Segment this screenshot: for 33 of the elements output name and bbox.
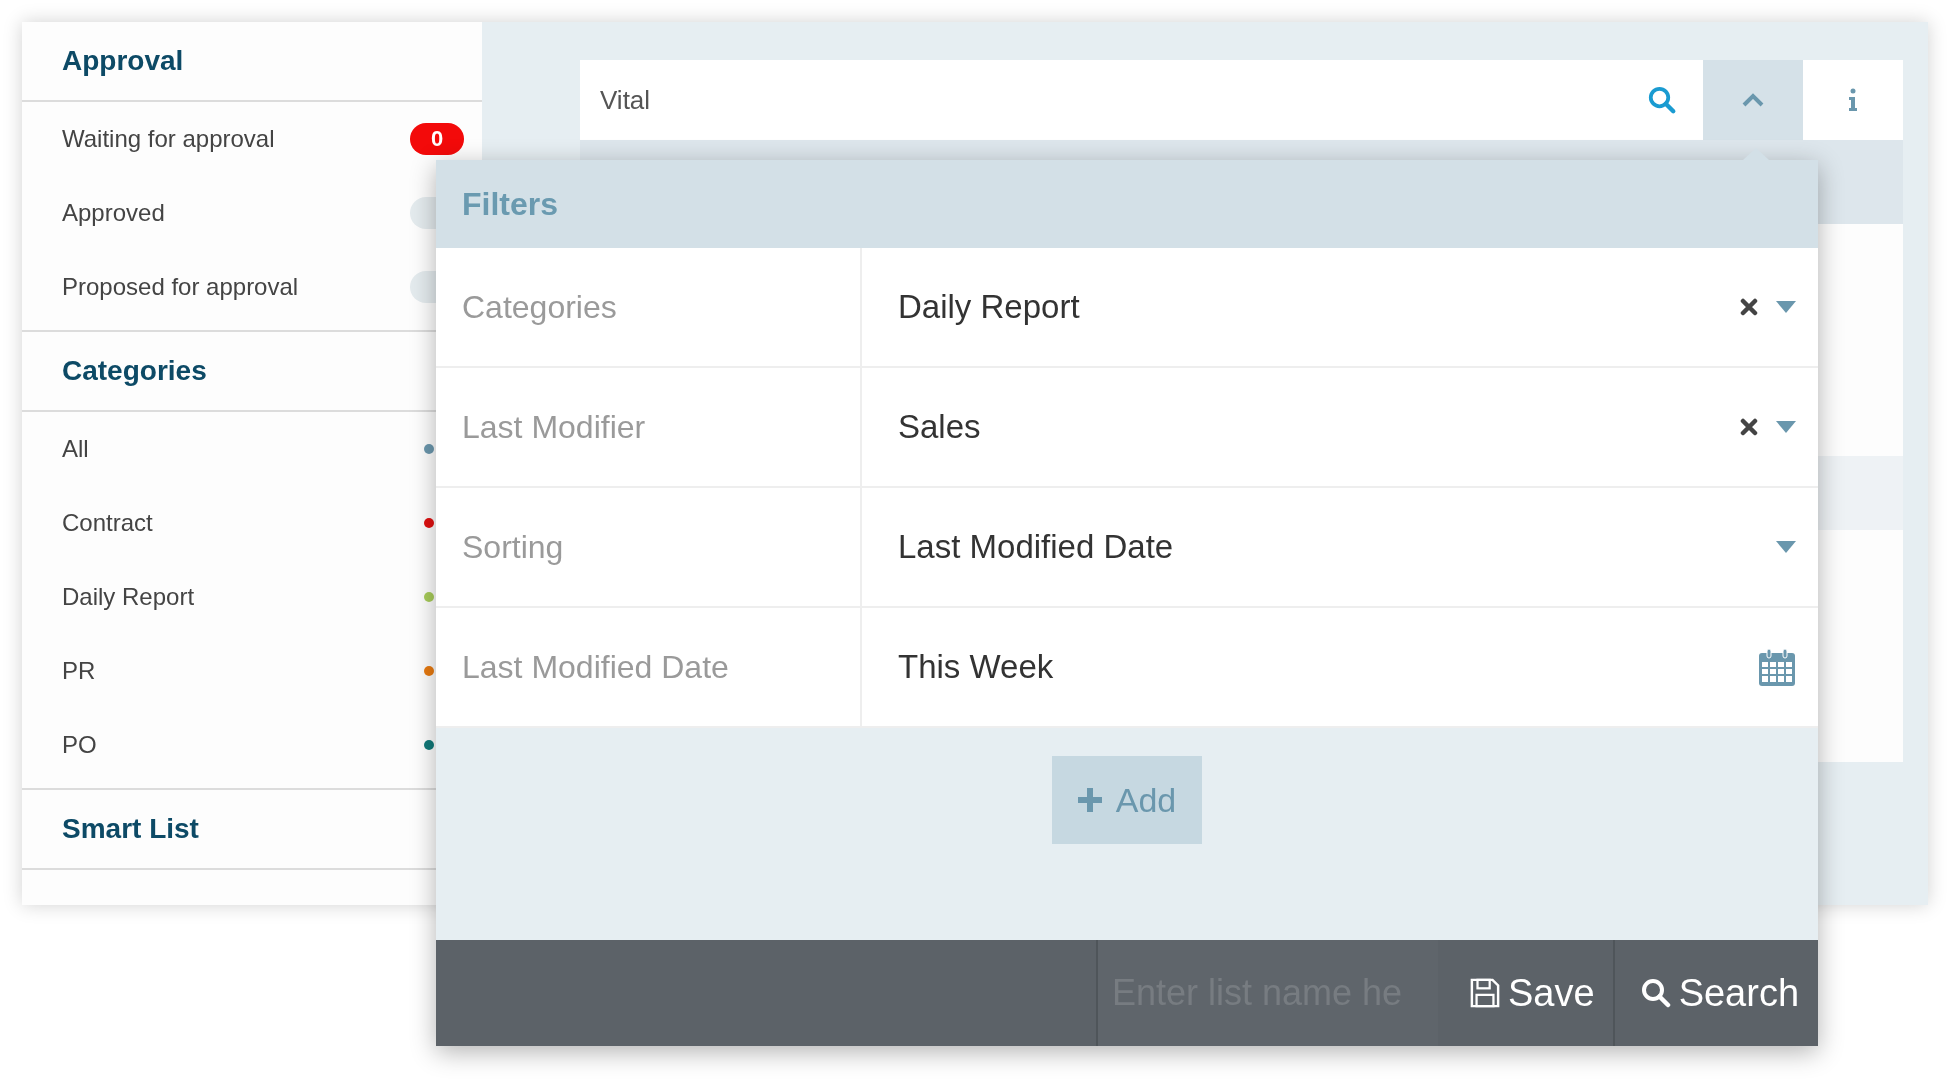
filter-label: Categories [436,248,862,366]
plus-icon [1077,788,1102,812]
count-badge: 0 [410,123,464,155]
filter-label: Last Modified Date [436,608,862,726]
date-field[interactable]: This Week [862,608,1818,726]
select-field[interactable]: Last Modified Date [862,488,1818,606]
dropdown-arrow-icon[interactable] [1776,301,1796,313]
sidebar-item[interactable]: Proposed for approval [62,273,299,301]
filter-label: Last Modifier [436,368,862,486]
search-icon [1640,978,1671,1008]
select-field[interactable]: Sales [862,368,1818,486]
sidebar-item[interactable]: Contract [62,509,153,537]
sidebar-item[interactable]: Approved [62,199,165,227]
section-heading: Approval [22,22,482,102]
calendar-icon[interactable] [1758,647,1796,687]
panel-title: Filters [436,160,1818,248]
clear-icon[interactable] [1740,418,1758,436]
sidebar-item[interactable]: Waiting for approval [62,125,275,153]
chevron-up-icon [1740,91,1766,109]
info-icon [1848,88,1858,112]
sidebar-item[interactable]: PO [62,731,97,759]
sidebar-item[interactable]: Daily Report [62,583,195,611]
search-icon[interactable] [1647,85,1677,115]
sidebar-item[interactable]: All [62,435,89,463]
sidebar-item[interactable]: PR [62,657,96,685]
dropdown-arrow-icon[interactable] [1776,421,1796,433]
search-button[interactable]: Search [1614,940,1818,1046]
clear-icon[interactable] [1740,298,1758,316]
dropdown-arrow-icon[interactable] [1776,541,1796,553]
select-field[interactable]: Daily Report [862,248,1818,366]
filter-label: Sorting [436,488,862,606]
save-button[interactable]: Save [1452,940,1615,1046]
search-field[interactable]: Vital [580,60,1637,140]
